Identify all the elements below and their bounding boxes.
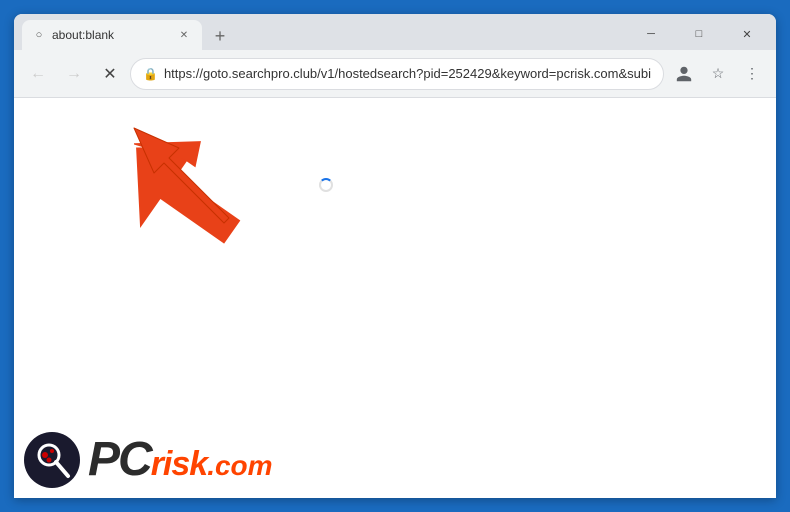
forward-button[interactable]: →: [58, 58, 90, 90]
arrow-pointer: [129, 123, 259, 258]
new-tab-button[interactable]: +: [206, 22, 234, 50]
menu-button[interactable]: ⋮: [736, 58, 768, 90]
risk-text: risk: [151, 447, 208, 481]
loading-spinner: [319, 178, 335, 194]
toolbar: ← → ✕ 🔒 ☆ ⋮: [14, 50, 776, 98]
maximize-button[interactable]: □: [676, 22, 722, 46]
tab-title: about:blank: [52, 28, 170, 42]
active-tab[interactable]: ○ about:blank ✕: [22, 20, 202, 50]
spinner-ring: [319, 178, 333, 192]
window-controls: ─ □ ✕: [628, 22, 770, 46]
pcrisk-logo-icon: [24, 432, 80, 488]
title-bar: ○ about:blank ✕ + ─ □ ✕: [14, 14, 776, 50]
profile-button[interactable]: [668, 58, 700, 90]
close-button[interactable]: ✕: [724, 22, 770, 46]
tab-favicon: ○: [32, 28, 46, 42]
pcrisk-watermark: PC risk .com: [24, 432, 273, 488]
toolbar-icons: ☆ ⋮: [668, 58, 768, 90]
pcrisk-text-group: PC risk .com: [88, 436, 273, 484]
tab-close-button[interactable]: ✕: [176, 27, 192, 43]
pc-text: PC: [88, 436, 151, 484]
back-button[interactable]: ←: [22, 58, 54, 90]
dotcom-text: .com: [207, 452, 272, 480]
bookmark-button[interactable]: ☆: [702, 58, 734, 90]
tab-bar: ○ about:blank ✕ +: [22, 14, 234, 50]
url-input[interactable]: [164, 66, 651, 81]
security-icon: 🔒: [143, 67, 158, 81]
browser-window: ○ about:blank ✕ + ─ □ ✕ ← → ✕ 🔒 ☆: [14, 14, 776, 498]
address-bar[interactable]: 🔒: [130, 58, 664, 90]
content-area: PC risk .com: [14, 98, 776, 498]
reload-button[interactable]: ✕: [94, 58, 126, 90]
minimize-button[interactable]: ─: [628, 22, 674, 46]
